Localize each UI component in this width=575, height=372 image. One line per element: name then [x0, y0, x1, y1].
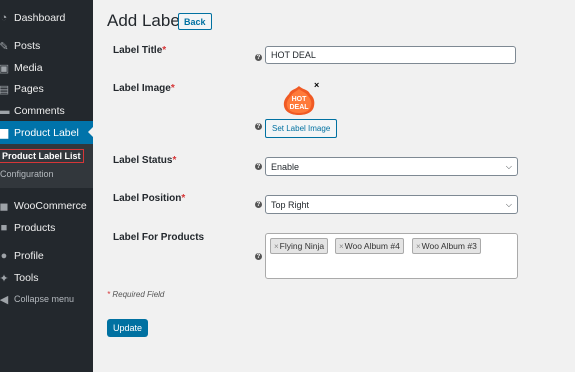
- help-icon[interactable]: ?: [255, 253, 262, 260]
- label-position-label: Label Position*: [113, 193, 185, 204]
- menu-item-comments[interactable]: ▬ Comments: [0, 100, 93, 122]
- label-title-input[interactable]: HOT DEAL: [265, 46, 516, 64]
- label-image-label: Label Image*: [113, 83, 175, 94]
- menu-item-pages[interactable]: ▤ Pages: [0, 78, 93, 100]
- label-status-select[interactable]: Enable ⌵: [265, 157, 518, 176]
- field-label-text: Label Image: [113, 83, 171, 94]
- badge-text-hot: HOT: [292, 96, 308, 103]
- select-value: Enable: [271, 161, 300, 172]
- page-title: Add Label: [107, 11, 184, 30]
- menu-item-woocommerce[interactable]: ◼ WooCommerce: [0, 195, 93, 217]
- remove-tag-icon[interactable]: ×: [274, 242, 279, 251]
- main-content: Add Label Back Label Title* ? HOT DEAL L…: [93, 0, 575, 372]
- remove-tag-icon[interactable]: ×: [416, 242, 421, 251]
- page-icon: ▤: [0, 83, 10, 96]
- badge-text-deal: DEAL: [289, 104, 309, 111]
- required-star: *: [172, 155, 177, 166]
- help-icon[interactable]: ?: [255, 54, 262, 61]
- submenu-item-product-label-list[interactable]: Product Label List: [0, 149, 84, 163]
- label-position-select[interactable]: Top Right ⌵: [265, 195, 518, 214]
- remove-tag-icon[interactable]: ×: [339, 242, 344, 251]
- submenu: Product Label List Configuration: [0, 144, 93, 188]
- product-tag-label: Woo Album #3: [421, 241, 477, 251]
- menu-item-label: Collapse menu: [14, 294, 75, 304]
- wrench-icon: ✦: [0, 272, 9, 285]
- remove-image-icon[interactable]: ×: [314, 80, 319, 90]
- required-star: *: [181, 193, 186, 204]
- label-title-label: Label Title*: [113, 45, 166, 56]
- back-button[interactable]: Back: [178, 13, 212, 30]
- help-icon[interactable]: ?: [255, 123, 262, 130]
- help-icon[interactable]: ?: [255, 163, 262, 170]
- chevron-down-icon: ⌵: [505, 162, 512, 171]
- menu-item-products[interactable]: ■ Products: [0, 217, 93, 239]
- dashboard-icon: ◔: [0, 12, 8, 24]
- menu-item-label: Profile: [14, 250, 44, 262]
- collapse-icon: ◀: [0, 293, 9, 306]
- menu-item-dashboard[interactable]: ◔ Dashboard: [0, 7, 93, 29]
- menu-item-media[interactable]: ▣ Media: [0, 57, 93, 79]
- menu-item-label: Media: [14, 62, 43, 74]
- product-tag[interactable]: × Flying Ninja: [270, 238, 329, 254]
- menu-item-posts[interactable]: ✎ Posts: [0, 35, 93, 57]
- update-button[interactable]: Update: [107, 319, 148, 337]
- menu-item-label: Comments: [14, 105, 65, 117]
- hot-deal-badge-image: HOT DEAL: [281, 85, 318, 116]
- label-status-label: Label Status*: [113, 155, 176, 166]
- woo-icon: ◼: [0, 200, 9, 213]
- products-multiselect[interactable]: × Flying Ninja × Woo Album #4 × Woo Album #…: [265, 233, 518, 279]
- product-tag[interactable]: × Woo Album #3: [412, 238, 481, 254]
- required-star: *: [162, 45, 167, 56]
- label-for-products-label: Label For Products: [113, 232, 205, 243]
- menu-item-label: Tools: [14, 272, 39, 284]
- help-icon[interactable]: ?: [255, 201, 262, 208]
- comment-icon: ▬: [0, 105, 10, 117]
- box-icon: ■: [0, 222, 8, 234]
- required-field-note: * Required Field: [107, 290, 164, 299]
- input-value: HOT DEAL: [271, 50, 316, 60]
- menu-item-tools[interactable]: ✦ Tools: [0, 267, 93, 289]
- menu-item-label: WooCommerce: [14, 200, 87, 212]
- product-tag-label: Woo Album #4: [344, 241, 400, 251]
- submenu-item-configuration[interactable]: Configuration: [0, 169, 54, 179]
- menu-item-product-label[interactable]: ▆ Product Label: [0, 121, 94, 144]
- menu-item-label: Dashboard: [14, 12, 66, 24]
- user-icon: ●: [0, 250, 8, 262]
- menu-item-label: Pages: [14, 83, 44, 95]
- field-label-text: Label Position: [113, 193, 182, 204]
- chevron-down-icon: ⌵: [505, 200, 512, 209]
- media-icon: ▣: [0, 62, 10, 75]
- set-label-image-button[interactable]: Set Label Image: [265, 119, 338, 138]
- product-tag-label: Flying Ninja: [279, 241, 325, 251]
- menu-item-label: Posts: [14, 40, 41, 52]
- select-value: Top Right: [271, 199, 310, 210]
- product-tag[interactable]: × Woo Album #4: [335, 238, 404, 254]
- admin-sidebar: ◔ Dashboard ✎ Posts ▣ Media ▤ Pages ▬ Co…: [0, 0, 94, 372]
- menu-item-profile[interactable]: ● Profile: [0, 245, 93, 267]
- required-note-text: Required Field: [110, 290, 165, 299]
- pin-icon: ✎: [0, 40, 9, 53]
- menu-item-label: Product Label: [14, 126, 79, 139]
- field-label-text: Label Title: [113, 45, 163, 56]
- image-icon: ▆: [0, 127, 9, 139]
- field-label-text: Label Status: [113, 155, 173, 166]
- menu-item-collapse[interactable]: ◀ Collapse menu: [0, 288, 93, 310]
- required-star: *: [170, 83, 175, 94]
- menu-item-label: Products: [14, 222, 56, 234]
